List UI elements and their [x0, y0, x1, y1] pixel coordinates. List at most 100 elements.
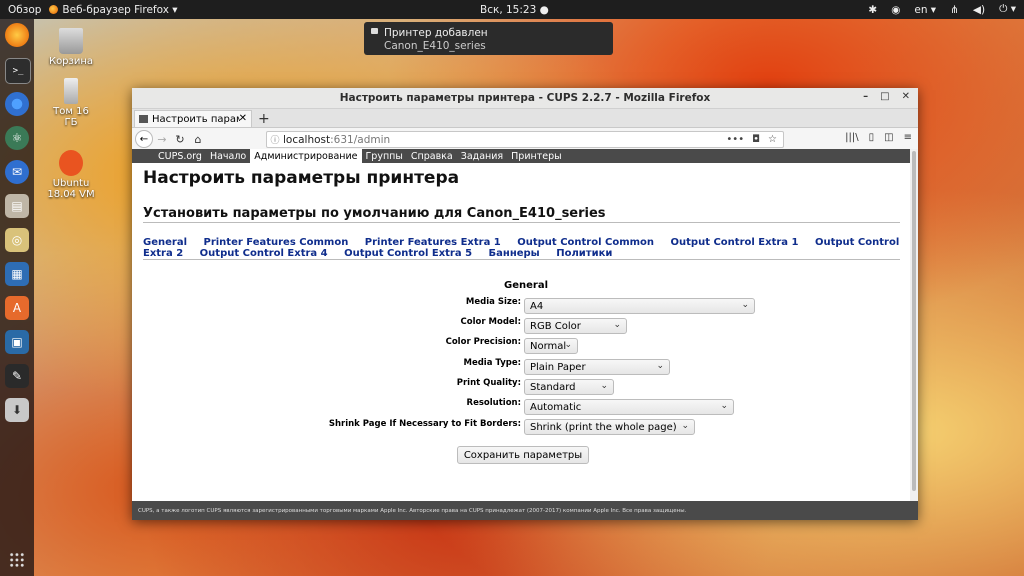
nav-home[interactable]: Начало: [206, 149, 250, 163]
cups-nav: CUPS.org Начало Администрирование Группы…: [132, 149, 910, 163]
link-output-control-common[interactable]: Output Control Common: [517, 237, 654, 248]
chevron-down-icon: ⌄: [656, 361, 664, 371]
virtualbox-icon[interactable]: ▣: [5, 330, 29, 354]
window-title: Настроить параметры принтера - CUPS 2.2.…: [339, 92, 711, 104]
software-center-icon[interactable]: A: [5, 296, 29, 320]
desktop-ubuntu-label-2: 18.04 VM: [47, 189, 95, 200]
url-bar[interactable]: ⓘ localhost:631/admin ••• ◘ ☆: [266, 131, 784, 148]
section-title: General: [504, 280, 548, 291]
link-printer-features-extra-1[interactable]: Printer Features Extra 1: [365, 237, 501, 248]
notification-title: Принтер добавлен: [384, 27, 488, 39]
page-subtitle: Установить параметры по умолчанию для Ca…: [143, 206, 606, 221]
page-title: Настроить параметры принтера: [143, 168, 460, 188]
firefox-window: Настроить параметры принтера - CUPS 2.2.…: [132, 88, 918, 520]
terminal-icon[interactable]: >_: [5, 58, 31, 84]
label-resolution: Resolution:: [466, 398, 521, 408]
site-info-icon[interactable]: ⓘ: [267, 133, 283, 146]
chevron-down-icon: ⌄: [741, 300, 749, 310]
chevron-down-icon: ⌄: [720, 401, 728, 411]
save-settings-button[interactable]: Сохранить параметры: [457, 446, 589, 464]
atom-icon[interactable]: ⚛: [5, 126, 29, 150]
chevron-down-icon: ⌄: [681, 421, 689, 431]
power-icon[interactable]: ⏻ ▾: [999, 3, 1016, 16]
page-actions-icon[interactable]: •••: [726, 134, 744, 145]
back-button[interactable]: ←: [135, 130, 153, 148]
chevron-down-icon: ⌄: [613, 320, 621, 330]
new-tab-button[interactable]: +: [258, 111, 270, 127]
firefox-icon[interactable]: [5, 23, 29, 47]
select-value: RGB Color: [530, 320, 581, 332]
notification-banner[interactable]: Принтер добавлен Canon_E410_series: [364, 22, 613, 55]
link-output-control-extra-5[interactable]: Output Control Extra 5: [344, 248, 472, 259]
scrollbar-thumb[interactable]: [912, 151, 916, 491]
desktop-volume[interactable]: Том 16 ГБ: [41, 78, 101, 128]
file-manager-icon[interactable]: ▤: [5, 194, 29, 218]
vertical-scrollbar[interactable]: [910, 149, 918, 501]
volume-icon[interactable]: ◀): [973, 4, 985, 16]
menu-hamburger-icon[interactable]: ≡: [904, 132, 912, 143]
link-banners[interactable]: Баннеры: [489, 248, 540, 259]
show-apps-icon[interactable]: [9, 552, 25, 568]
pocket-icon[interactable]: ◘: [752, 134, 760, 145]
select-media-type[interactable]: Plain Paper ⌄: [524, 359, 670, 375]
link-printer-features-common[interactable]: Printer Features Common: [203, 237, 348, 248]
network-tray-icon[interactable]: ⋔: [950, 4, 959, 16]
screenshot-icon[interactable]: ◫: [884, 132, 893, 143]
link-policies[interactable]: Политики: [556, 248, 612, 259]
maximize-button[interactable]: □: [880, 91, 889, 102]
library-icon[interactable]: |||\: [845, 132, 858, 143]
reload-button[interactable]: ↻: [171, 133, 189, 146]
select-color-precision[interactable]: Normal ⌄: [524, 338, 578, 354]
activities-button[interactable]: Обзор: [0, 4, 49, 16]
select-media-size[interactable]: A4 ⌄: [524, 298, 755, 314]
link-output-control-extra-1[interactable]: Output Control Extra 1: [671, 237, 799, 248]
label-media-size: Media Size:: [465, 297, 521, 307]
sidebar-icon[interactable]: ▯: [869, 132, 875, 143]
select-print-quality[interactable]: Standard ⌄: [524, 379, 614, 395]
nav-printers[interactable]: Принтеры: [507, 149, 565, 163]
desktop-ubuntu[interactable]: Ubuntu 18.04 VM: [41, 150, 101, 200]
inkscape-icon[interactable]: ✎: [5, 364, 29, 388]
label-media-type: Media Type:: [463, 358, 522, 368]
printer-icon: [371, 28, 378, 34]
window-titlebar[interactable]: Настроить параметры принтера - CUPS 2.2.…: [132, 88, 918, 109]
link-output-control-extra-4[interactable]: Output Control Extra 4: [200, 248, 328, 259]
dock: >_ ⚛ ✉ ▤ ◎ ▦ A ▣ ✎ ⬇: [0, 19, 34, 576]
select-resolution[interactable]: Automatic ⌄: [524, 399, 734, 415]
chevron-down-icon: ⌄: [600, 381, 608, 391]
writer-icon[interactable]: ▦: [5, 262, 29, 286]
bookmark-star-icon[interactable]: ☆: [768, 134, 777, 145]
label-color-precision: Color Precision:: [445, 337, 521, 347]
installer-icon[interactable]: ⬇: [5, 398, 29, 422]
app-menu[interactable]: Веб-браузер Firefox ▾: [49, 4, 178, 16]
nav-jobs[interactable]: Задания: [457, 149, 507, 163]
divider: [143, 222, 900, 223]
chromium-icon[interactable]: [5, 92, 29, 116]
nav-cups-org[interactable]: CUPS.org: [154, 149, 206, 163]
desktop-volume-label: Том 16: [53, 106, 89, 117]
forward-button[interactable]: →: [153, 133, 171, 146]
clock[interactable]: Вск, 15:23 ●: [480, 4, 549, 16]
link-general[interactable]: General: [143, 237, 187, 248]
thunderbird-icon[interactable]: ✉: [5, 160, 29, 184]
select-color-model[interactable]: RGB Color ⌄: [524, 318, 627, 334]
divider: [143, 259, 900, 260]
nav-administration[interactable]: Администрирование: [250, 149, 362, 163]
nav-groups[interactable]: Группы: [362, 149, 407, 163]
close-window-button[interactable]: ✕: [902, 91, 910, 102]
home-button[interactable]: ⌂: [189, 133, 207, 146]
network-icon[interactable]: ◉: [891, 4, 900, 16]
select-shrink-page[interactable]: Shrink (print the whole page) ⌄: [524, 419, 695, 435]
rhythmbox-icon[interactable]: ◎: [5, 228, 29, 252]
language-indicator[interactable]: en ▾: [914, 4, 936, 16]
tab-active[interactable]: Настроить парамe ✕: [134, 110, 252, 127]
nav-help[interactable]: Справка: [407, 149, 457, 163]
url-path: :631/admin: [330, 133, 391, 146]
label-color-model: Color Model:: [460, 317, 521, 327]
minimize-button[interactable]: –: [863, 91, 868, 102]
tab-close-icon[interactable]: ✕: [239, 113, 247, 124]
select-value: Automatic: [530, 401, 582, 413]
accessibility-icon[interactable]: ✱: [868, 4, 877, 16]
option-group-links: General Printer Features Common Printer …: [143, 237, 903, 259]
desktop-trash[interactable]: Корзина: [41, 28, 101, 67]
